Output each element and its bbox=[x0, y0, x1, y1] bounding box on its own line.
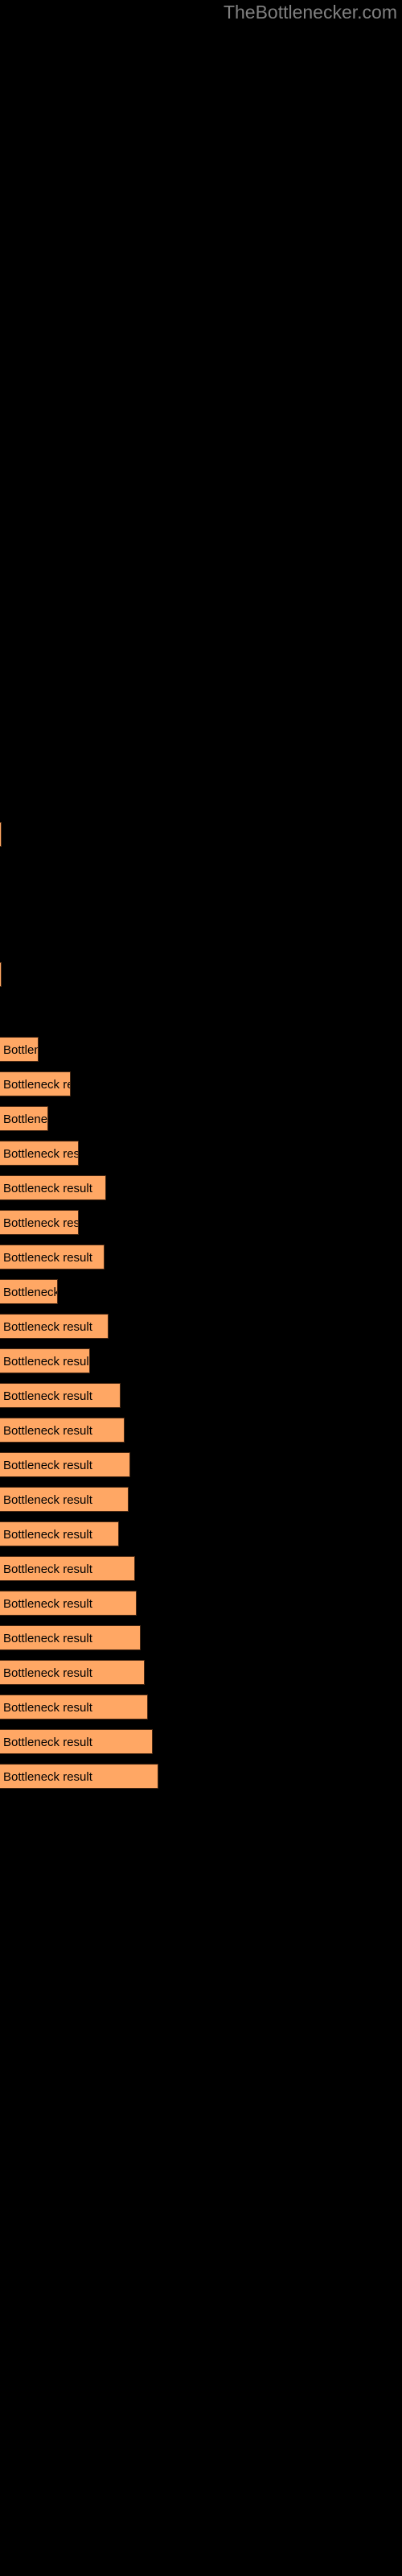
bar-label: Bottleneck result bbox=[3, 1459, 92, 1472]
bar-row: Bottleneck result bbox=[0, 1106, 402, 1131]
bar: Bottleneck result bbox=[0, 1348, 90, 1373]
bar: Bottleneck result bbox=[0, 1314, 109, 1339]
bar-row: Bottleneck result bbox=[0, 1521, 402, 1546]
bar-row: Bottleneck result bbox=[0, 1764, 402, 1789]
bar-row: Bottleneck result bbox=[0, 1210, 402, 1235]
bar: Bottleneck result bbox=[0, 1452, 130, 1477]
bar-label: Bottleneck result bbox=[3, 1043, 38, 1057]
bar: Bottleneck result bbox=[0, 1556, 135, 1581]
bar: Bottleneck result bbox=[0, 1521, 119, 1546]
bottleneck-bar-chart: Bottleneck result Bottleneck result Bottle… bbox=[0, 0, 402, 2576]
bar-label: Bottleneck result bbox=[3, 1355, 90, 1368]
bar-label: Bottleneck result bbox=[3, 1736, 92, 1749]
bar-label: Bottleneck result bbox=[3, 1563, 92, 1576]
bar-row: Bottleneck result bbox=[0, 1279, 402, 1304]
bar-row: Bottleneck result bbox=[0, 1660, 402, 1685]
bar: Bottleneck result bbox=[0, 1660, 145, 1685]
bar-row: Bottleneck result bbox=[0, 1418, 402, 1443]
bar-label: Bottleneck result bbox=[3, 1770, 92, 1784]
bar-label: Bottleneck result bbox=[3, 1424, 92, 1438]
bar-row: Bottleneck result bbox=[0, 1487, 402, 1512]
bar-label: Bottleneck result bbox=[3, 1182, 92, 1195]
bar-row: Bottleneck result bbox=[0, 1348, 402, 1373]
bar-label: Bottleneck result bbox=[3, 1389, 92, 1403]
bar-row: Bottleneck result bbox=[0, 1591, 402, 1616]
bar-label: Bottleneck result bbox=[3, 1666, 92, 1680]
bar: Bottleneck result bbox=[0, 1071, 71, 1096]
bar: Bottleneck result bbox=[0, 1210, 79, 1235]
bar: Bottleneck result bbox=[0, 1279, 58, 1304]
bar: Bottleneck result bbox=[0, 1245, 105, 1269]
bar-row: Bottleneck result bbox=[0, 1037, 402, 1062]
bar: Bottleneck result bbox=[0, 1037, 39, 1062]
bar-label: Bottleneck result bbox=[3, 1701, 92, 1715]
bar-row: Bottleneck result bbox=[0, 1556, 402, 1581]
bar-row: Bottleneck result bbox=[0, 1695, 402, 1719]
bar: Bottleneck result bbox=[0, 1764, 158, 1789]
bar-label: Bottleneck result bbox=[3, 1632, 92, 1645]
bar: Bottleneck result bbox=[0, 1106, 48, 1131]
bar-row: Bottleneck result bbox=[0, 1729, 402, 1754]
bar-label: Bottleneck result bbox=[3, 1216, 79, 1230]
bar-row bbox=[0, 822, 402, 847]
bar-row: Bottleneck result bbox=[0, 1141, 402, 1166]
bar bbox=[0, 822, 2, 847]
bar-label: Bottleneck result bbox=[3, 1493, 92, 1507]
bar: Bottleneck result bbox=[0, 1625, 141, 1650]
bar: Bottleneck result bbox=[0, 1418, 125, 1443]
bar-label: Bottleneck result bbox=[3, 1147, 79, 1161]
bar bbox=[0, 962, 2, 987]
bar-label: Bottleneck result bbox=[3, 1078, 70, 1092]
bar-row: Bottleneck result bbox=[0, 1452, 402, 1477]
bar-label: Bottleneck result bbox=[3, 1251, 92, 1265]
bar-label: Bottleneck result bbox=[3, 1113, 48, 1126]
bar-row: Bottleneck result bbox=[0, 1625, 402, 1650]
bar-label: Bottleneck result bbox=[3, 1528, 92, 1542]
bar: Bottleneck result bbox=[0, 1383, 121, 1408]
bar: Bottleneck result bbox=[0, 1141, 79, 1166]
bar-row bbox=[0, 962, 402, 987]
bar: Bottleneck result bbox=[0, 1487, 129, 1512]
bar-label: Bottleneck result bbox=[3, 1320, 92, 1334]
bar: Bottleneck result bbox=[0, 1175, 106, 1200]
bar-row: Bottleneck result bbox=[0, 1175, 402, 1200]
bar-row: Bottleneck result bbox=[0, 1383, 402, 1408]
bar-row: Bottleneck result bbox=[0, 1314, 402, 1339]
bar: Bottleneck result bbox=[0, 1591, 137, 1616]
bar-row: Bottleneck result bbox=[0, 1071, 402, 1096]
bar-label: Bottleneck result bbox=[3, 1286, 58, 1299]
bar: Bottleneck result bbox=[0, 1695, 148, 1719]
bar-label: Bottleneck result bbox=[3, 1597, 92, 1611]
page-root: TheBottlenecker.com Bottleneck resultBot… bbox=[0, 0, 402, 2576]
bar-row: Bottleneck result bbox=[0, 1245, 402, 1269]
bar: Bottleneck result bbox=[0, 1729, 153, 1754]
